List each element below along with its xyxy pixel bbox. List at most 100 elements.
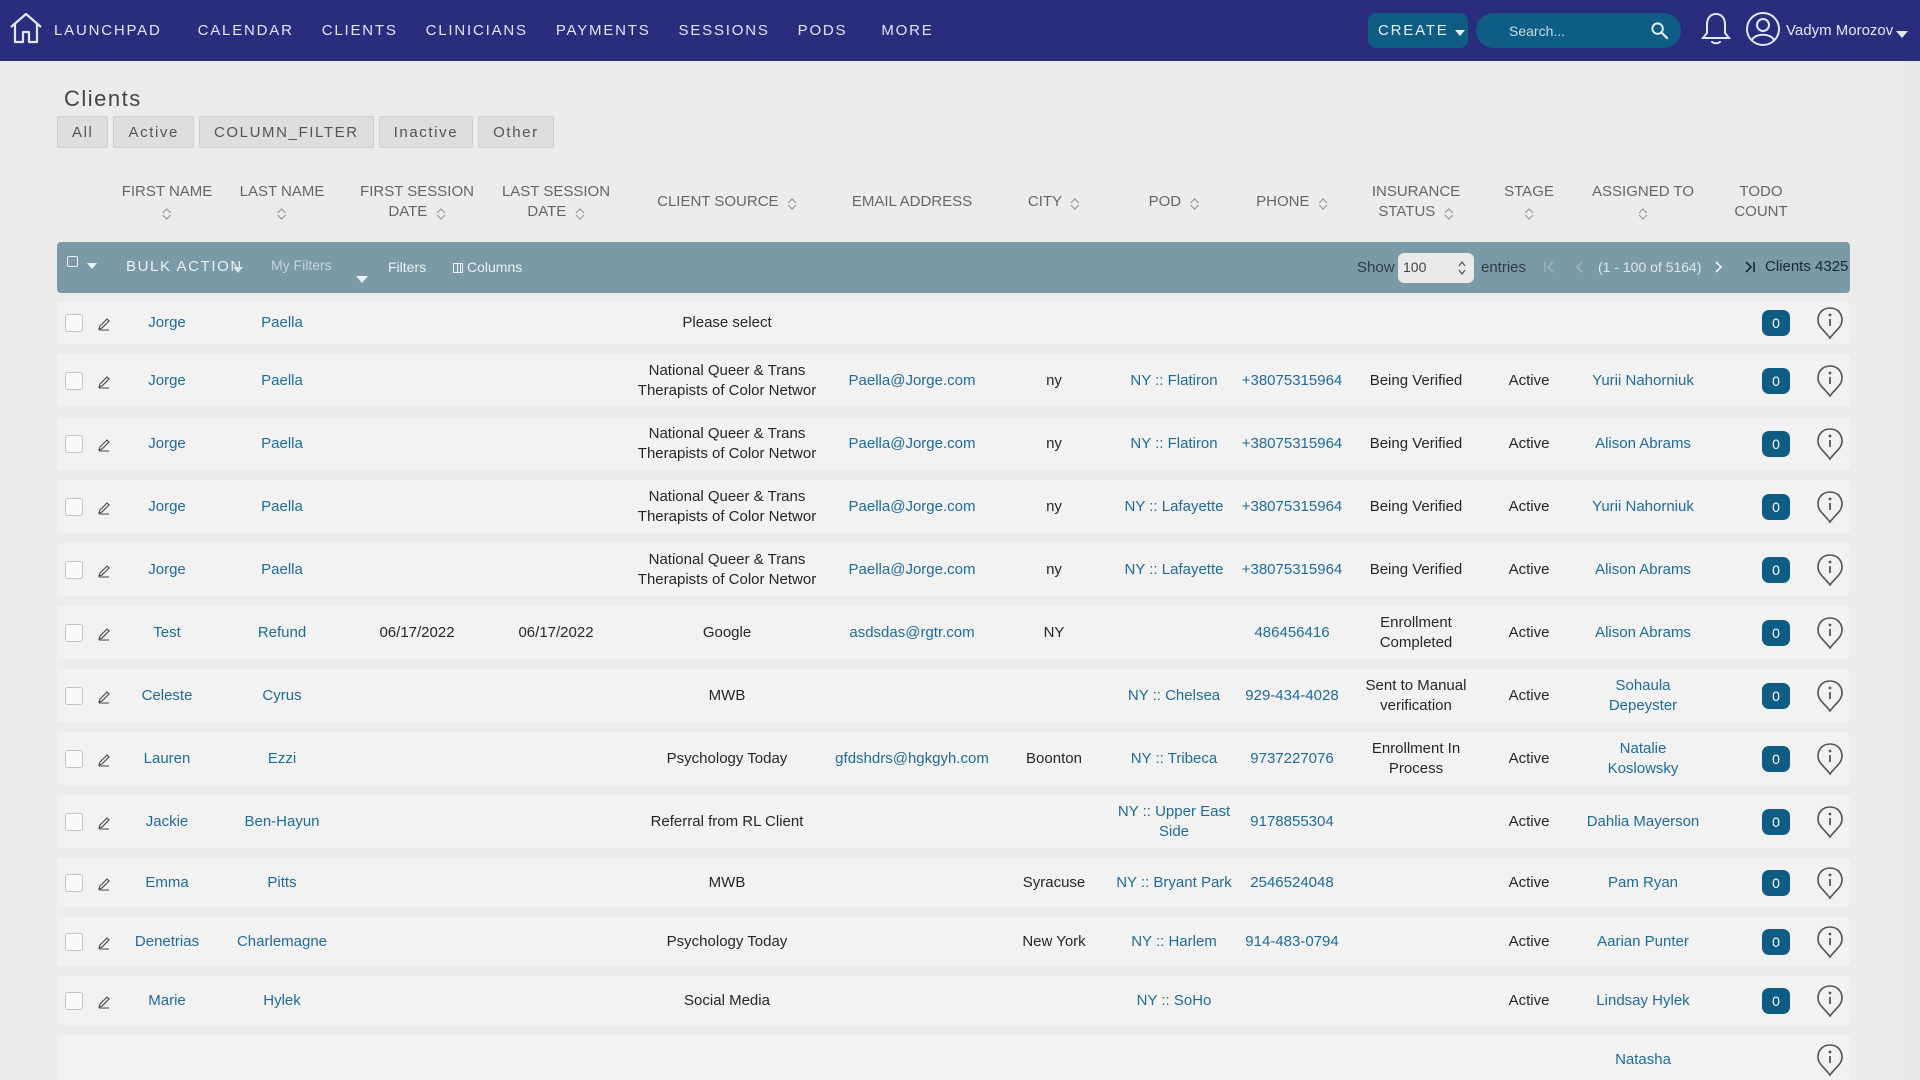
assigned-to[interactable]: Natasha <box>1615 1050 1671 1070</box>
nav-link-more[interactable]: MORE <box>881 22 933 39</box>
search-input[interactable] <box>1509 22 1649 39</box>
info-icon[interactable] <box>1815 552 1845 588</box>
client-phone[interactable]: +38075315964 <box>1242 434 1343 454</box>
columns-button[interactable]: Columns <box>453 259 522 275</box>
column-header-first-session[interactable]: FIRST SESSION DATE <box>360 182 474 222</box>
column-header-assigned[interactable]: ASSIGNED TO <box>1592 182 1694 222</box>
client-first-name[interactable]: Jorge <box>148 313 186 333</box>
nav-link-clinicians[interactable]: CLINICIANS <box>426 22 528 39</box>
client-phone[interactable]: +38075315964 <box>1242 371 1343 391</box>
next-page-icon[interactable] <box>1713 259 1725 275</box>
client-email[interactable]: Paella@Jorge.com <box>849 371 976 391</box>
select-all-checkbox[interactable] <box>67 256 78 267</box>
column-header-city[interactable]: CITY <box>1028 192 1080 212</box>
tab-other[interactable]: Other <box>478 116 554 148</box>
info-icon[interactable] <box>1815 363 1845 399</box>
column-header-email[interactable]: EMAIL ADDRESS <box>852 192 972 212</box>
home-icon[interactable] <box>8 10 44 46</box>
edit-icon[interactable] <box>97 877 111 891</box>
assigned-to[interactable]: Alison Abrams <box>1595 434 1691 454</box>
client-pod[interactable]: NY :: Tribeca <box>1131 749 1217 769</box>
client-pod[interactable]: NY :: Chelsea <box>1128 686 1220 706</box>
client-pod[interactable]: NY :: Flatiron <box>1130 434 1217 454</box>
info-icon[interactable] <box>1815 865 1845 901</box>
edit-icon[interactable] <box>97 375 111 389</box>
table-row[interactable]: Lauren Ezzi Psychology Today gfdshdrs@hgkgy… <box>57 732 1850 785</box>
sort-icon[interactable] <box>1524 206 1534 220</box>
client-phone[interactable]: 914-483-0794 <box>1245 932 1338 952</box>
column-header-insurance[interactable]: INSURANCE STATUS <box>1372 182 1460 222</box>
edit-icon[interactable] <box>97 753 111 767</box>
client-first-name[interactable]: Test <box>153 623 181 643</box>
sort-icon[interactable] <box>162 206 172 220</box>
client-first-name[interactable]: Emma <box>145 873 188 893</box>
client-last-name[interactable]: Refund <box>258 623 306 643</box>
user-name[interactable]: Vadym Morozov <box>1786 22 1893 39</box>
column-header-first-name[interactable]: FIRST NAME <box>122 182 212 222</box>
table-row[interactable]: Jorge Paella National Queer & Trans Therapi… <box>57 354 1850 407</box>
table-row[interactable]: Marie Hylek Social Media NY :: SoHo Active Li… <box>57 976 1850 1025</box>
column-header-stage[interactable]: STAGE <box>1504 182 1554 222</box>
row-checkbox[interactable] <box>65 812 83 831</box>
search-icon[interactable] <box>1650 21 1669 40</box>
nav-link-clients[interactable]: CLIENTS <box>322 22 398 39</box>
client-phone[interactable]: 9178855304 <box>1250 812 1333 832</box>
edit-icon[interactable] <box>97 317 111 331</box>
tab-column-filter[interactable]: COLUMN_FILTER <box>198 116 374 148</box>
client-last-name[interactable]: Cyrus <box>262 686 301 706</box>
client-pod[interactable]: NY :: Flatiron <box>1130 371 1217 391</box>
client-first-name[interactable]: Jorge <box>148 560 186 580</box>
client-email[interactable]: Paella@Jorge.com <box>849 497 976 517</box>
row-checkbox[interactable] <box>65 497 83 516</box>
edit-icon[interactable] <box>97 627 111 641</box>
sort-icon[interactable] <box>436 206 446 220</box>
info-icon[interactable] <box>1815 1042 1845 1078</box>
row-checkbox[interactable] <box>65 434 83 453</box>
sort-icon[interactable] <box>1070 196 1080 210</box>
client-email[interactable]: asdsdas@rgtr.com <box>849 623 974 643</box>
edit-icon[interactable] <box>97 936 111 950</box>
edit-icon[interactable] <box>97 816 111 830</box>
client-first-name[interactable]: Jorge <box>148 371 186 391</box>
my-filters-select[interactable]: My Filters <box>271 257 332 273</box>
chevron-down-icon[interactable] <box>233 267 243 273</box>
assigned-to[interactable]: Pam Ryan <box>1608 873 1678 893</box>
client-last-name[interactable]: Hylek <box>263 991 301 1011</box>
row-checkbox[interactable] <box>65 560 83 579</box>
client-email[interactable]: Paella@Jorge.com <box>849 560 976 580</box>
client-pod[interactable]: NY :: SoHo <box>1137 991 1212 1011</box>
assigned-to[interactable]: Dahlia Mayerson <box>1587 812 1700 832</box>
assigned-to[interactable]: Alison Abrams <box>1595 560 1691 580</box>
row-checkbox[interactable] <box>65 749 83 768</box>
info-icon[interactable] <box>1815 741 1845 777</box>
table-row[interactable]: Emma Pitts MWB Syracuse NY :: Bryant Park 254… <box>57 858 1850 907</box>
tab-inactive[interactable]: Inactive <box>378 116 474 148</box>
client-first-name[interactable]: Lauren <box>144 749 191 769</box>
assigned-to[interactable]: Natalie Koslowsky <box>1608 739 1679 779</box>
column-header-client-source[interactable]: CLIENT SOURCE <box>657 192 797 212</box>
sort-icon[interactable] <box>787 196 797 210</box>
client-phone[interactable]: 9737227076 <box>1250 749 1333 769</box>
table-row[interactable]: Natasha <box>57 1035 1850 1080</box>
first-page-icon[interactable] <box>1543 259 1555 275</box>
nav-link-pods[interactable]: PODS <box>798 22 848 39</box>
row-checkbox[interactable] <box>65 686 83 705</box>
info-icon[interactable] <box>1815 426 1845 462</box>
info-icon[interactable] <box>1815 489 1845 525</box>
scrollbar-track[interactable] <box>1905 61 1920 1080</box>
client-last-name[interactable]: Paella <box>261 371 303 391</box>
table-row[interactable]: Test Refund 06/17/2022 06/17/2022 Google asds… <box>57 606 1850 659</box>
edit-icon[interactable] <box>97 438 111 452</box>
table-row[interactable]: Jorge Paella National Queer & Trans Therapi… <box>57 417 1850 470</box>
info-icon[interactable] <box>1815 924 1845 960</box>
client-pod[interactable]: NY :: Upper East Side <box>1118 802 1230 842</box>
table-row[interactable]: Denetrias Charlemagne Psychology Today New … <box>57 917 1850 966</box>
filters-button[interactable]: Filters <box>388 259 426 275</box>
client-last-name[interactable]: Charlemagne <box>237 932 327 952</box>
chevron-down-icon[interactable] <box>1896 31 1908 38</box>
client-first-name[interactable]: Celeste <box>142 686 193 706</box>
assigned-to[interactable]: Alison Abrams <box>1595 623 1691 643</box>
edit-icon[interactable] <box>97 564 111 578</box>
client-email[interactable]: gfdshdrs@hgkgyh.com <box>835 749 989 769</box>
client-last-name[interactable]: Paella <box>261 313 303 333</box>
